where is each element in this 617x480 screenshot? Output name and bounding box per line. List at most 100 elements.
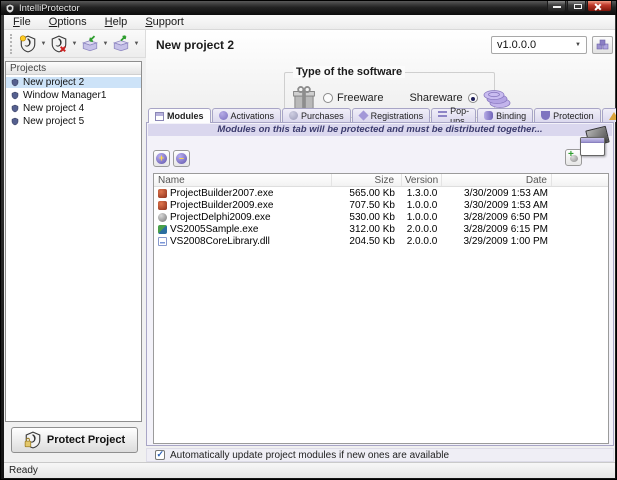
menu-support[interactable]: Support	[136, 15, 193, 30]
software-type-label: Type of the software	[293, 66, 405, 78]
column-header-date[interactable]: Date	[442, 174, 552, 186]
table-row[interactable]: VS2005Sample.exe 312.00 Kb 2.0.0.0 3/28/…	[154, 223, 608, 235]
column-header-name[interactable]: Name	[154, 174, 332, 186]
shareware-label: Shareware	[409, 92, 462, 104]
page-title: New project 2	[156, 38, 234, 52]
project-item-new-project-4[interactable]: New project 4	[6, 103, 141, 114]
activations-tab-icon	[219, 111, 228, 120]
remove-module-button[interactable]: –	[173, 150, 190, 167]
toolbar-gripper[interactable]	[10, 34, 13, 54]
column-header-filler	[552, 174, 608, 186]
status-bar: Ready	[4, 462, 615, 478]
version-cubes-icon	[596, 39, 610, 51]
column-header-size[interactable]: Size	[332, 174, 402, 186]
popups-tab-icon	[438, 111, 447, 120]
modules-tab-icon	[155, 112, 164, 121]
close-button[interactable]	[587, 1, 612, 12]
table-row[interactable]: VS2008CoreLibrary.dll 204.50 Kb 2.0.0.0 …	[154, 235, 608, 247]
column-header-version[interactable]: Version	[402, 174, 442, 186]
client-area: File Options Help Support ▼	[4, 15, 615, 478]
table-row[interactable]: ProjectDelphi2009.exe 530.00 Kb 1.0.0.0 …	[154, 211, 608, 223]
freeware-label: Freeware	[337, 92, 383, 104]
protection-tab-icon	[541, 111, 550, 120]
exe-file-icon	[158, 225, 167, 234]
tab-purchases[interactable]: Purchases	[282, 108, 351, 122]
maximize-button[interactable]	[567, 1, 586, 12]
menu-options[interactable]: Options	[40, 15, 96, 30]
toolbar: ▼ ▼ ▼	[4, 30, 146, 58]
title-bar: IntelliProtector	[1, 1, 617, 15]
modules-table-header: Name Size Version Date	[154, 174, 608, 187]
auto-update-checkbox[interactable]: ✓	[155, 450, 165, 460]
new-project-shield-icon	[19, 35, 37, 53]
delete-project-button[interactable]	[48, 33, 70, 55]
import-project-button[interactable]	[79, 33, 101, 55]
export-project-dropdown[interactable]: ▼	[132, 41, 141, 47]
export-box-icon	[112, 35, 130, 53]
shareware-coins-icon	[482, 87, 512, 109]
tab-area: Modules Activations Purchases Registrati…	[146, 108, 614, 446]
import-box-icon	[81, 35, 99, 53]
minimize-button[interactable]	[547, 1, 566, 12]
menu-file[interactable]: File	[4, 15, 40, 30]
version-dropdown[interactable]: v1.0.0.0 ▼	[491, 36, 587, 54]
tab-popups[interactable]: Pop-ups	[431, 108, 476, 122]
project-item-new-project-2[interactable]: New project 2	[6, 77, 141, 88]
modules-tab-panel: Modules on this tab will be protected an…	[146, 122, 614, 446]
project-shield-icon	[11, 104, 19, 113]
freeware-radio[interactable]	[323, 93, 333, 103]
new-project-dropdown[interactable]: ▼	[39, 41, 48, 47]
minimize-icon	[553, 6, 561, 8]
app-icon	[5, 3, 15, 14]
project-shield-icon	[11, 78, 19, 87]
delete-project-dropdown[interactable]: ▼	[70, 41, 79, 47]
auto-update-row: ✓ Automatically update project modules i…	[146, 448, 614, 462]
content-header: New project 2 v1.0.0.0 ▼ Type of the sof…	[146, 30, 615, 108]
new-project-button[interactable]	[17, 33, 39, 55]
exe-file-icon	[158, 189, 167, 198]
registrations-tab-icon	[358, 110, 368, 120]
tab-registrations[interactable]: Registrations	[352, 108, 431, 122]
protect-shield-icon	[24, 431, 42, 449]
purchases-tab-icon	[289, 111, 298, 120]
binding-tab-icon	[484, 111, 493, 120]
export-project-button[interactable]	[110, 33, 132, 55]
dll-file-icon	[158, 237, 167, 246]
project-shield-icon	[11, 91, 19, 100]
check-icon: ✓	[157, 449, 165, 460]
exe-file-icon	[158, 201, 167, 210]
status-text: Ready	[9, 465, 38, 476]
window-controls	[546, 1, 612, 12]
modules-table: Name Size Version Date ProjectBuilder200…	[153, 173, 609, 444]
tab-output[interactable]: Output	[602, 108, 617, 122]
exe-file-icon	[158, 213, 167, 222]
protect-project-label: Protect Project	[47, 434, 125, 446]
menu-bar: File Options Help Support	[4, 15, 615, 30]
import-project-dropdown[interactable]: ▼	[101, 41, 110, 47]
maximize-icon	[574, 4, 582, 9]
menu-help[interactable]: Help	[96, 15, 137, 30]
tab-protection[interactable]: Protection	[534, 108, 601, 122]
tab-modules[interactable]: Modules	[148, 108, 211, 123]
app-window: IntelliProtector File Options Help Suppo…	[0, 0, 617, 480]
shareware-radio[interactable]	[468, 93, 478, 103]
tab-binding[interactable]: Binding	[477, 108, 533, 122]
table-row[interactable]: ProjectBuilder2009.exe 707.50 Kb 1.0.0.0…	[154, 199, 608, 211]
version-value: v1.0.0.0	[497, 39, 536, 51]
output-tab-icon	[609, 112, 617, 120]
new-version-button[interactable]	[592, 36, 613, 54]
project-item-window-manager1[interactable]: Window Manager1	[6, 90, 141, 101]
project-shield-icon	[11, 117, 19, 126]
delete-project-shield-icon	[50, 35, 68, 53]
project-item-new-project-5[interactable]: New project 5	[6, 116, 141, 127]
auto-update-label: Automatically update project modules if …	[170, 450, 449, 461]
projects-panel-header: Projects	[6, 62, 141, 75]
tab-activations[interactable]: Activations	[212, 108, 282, 122]
modules-windows-icon	[578, 127, 610, 163]
projects-panel: Projects New project 2 Window Manager1 N…	[5, 61, 142, 422]
add-module-button[interactable]: +	[153, 150, 170, 167]
protect-project-button[interactable]: Protect Project	[11, 427, 138, 453]
add-module-icon: +	[156, 153, 167, 164]
chevron-down-icon: ▼	[575, 42, 581, 48]
table-row[interactable]: ProjectBuilder2007.exe 565.00 Kb 1.3.0.0…	[154, 187, 608, 199]
